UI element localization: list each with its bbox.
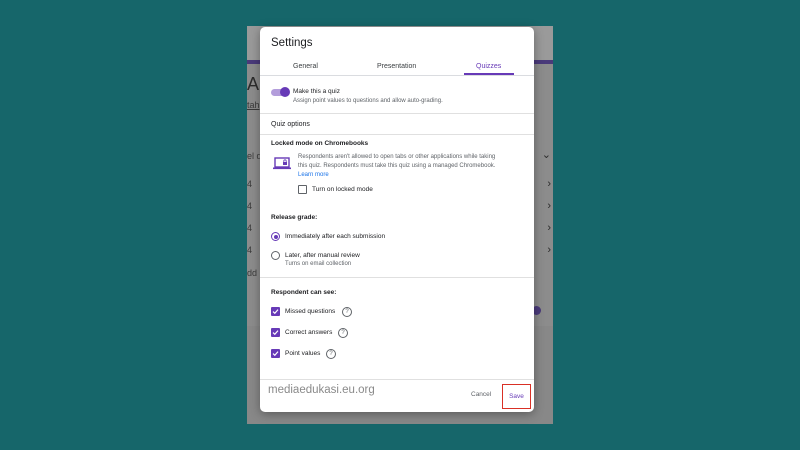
point-values-label: Point values	[285, 350, 321, 357]
locked-mode-checkbox[interactable]	[298, 185, 307, 194]
section-divider	[260, 113, 534, 114]
release-grade-heading: Release grade:	[271, 214, 318, 221]
background-row-number: 4	[247, 201, 253, 211]
quiz-options-heading: Quiz options	[271, 121, 310, 128]
release-immediately-radio[interactable]	[271, 232, 280, 241]
laptop-lock-icon	[273, 157, 291, 170]
missed-questions-label: Missed questions	[285, 308, 336, 315]
check-icon	[272, 309, 279, 315]
dialog-title: Settings	[271, 37, 313, 49]
help-icon[interactable]: ?	[342, 307, 352, 317]
locked-mode-heading: Locked mode on Chromebooks	[271, 140, 369, 147]
release-immediately-label: Immediately after each submission	[285, 233, 386, 240]
locked-mode-description-line1: Respondents aren't allowed to open tabs …	[298, 154, 496, 160]
background-link-fragment: tah	[247, 100, 260, 110]
missed-questions-checkbox[interactable]	[271, 307, 280, 316]
background-row-number: 4	[247, 223, 253, 233]
background-row-number: 4	[247, 245, 253, 255]
tab-quizzes[interactable]: Quizzes	[476, 63, 501, 70]
point-values-checkbox[interactable]	[271, 349, 280, 358]
footer-divider	[260, 379, 534, 380]
save-button[interactable]: Save	[502, 384, 531, 409]
background-add-fragment: dd	[247, 268, 258, 278]
locked-mode-description-line2: this quiz. Respondents must take this qu…	[298, 163, 496, 169]
chevron-right-icon: ›	[547, 222, 551, 234]
section-divider	[260, 277, 534, 278]
chevron-right-icon: ›	[547, 244, 551, 256]
background-title-fragment: A	[247, 74, 260, 94]
check-icon	[272, 330, 279, 336]
background-row-number: 4	[247, 179, 253, 189]
section-divider	[260, 134, 534, 135]
quiz-toggle-description: Assign point values to questions and all…	[293, 98, 443, 104]
tab-presentation[interactable]: Presentation	[377, 63, 416, 70]
tabs-divider	[260, 75, 534, 76]
help-icon[interactable]: ?	[326, 349, 336, 359]
chevron-right-icon: ›	[547, 178, 551, 190]
chevron-down-icon: ⌄	[541, 149, 551, 161]
respondent-can-see-heading: Respondent can see:	[271, 289, 337, 296]
cancel-button[interactable]: Cancel	[471, 391, 491, 398]
learn-more-link[interactable]: Learn more	[298, 172, 329, 178]
release-later-sub: Turns on email collection	[285, 261, 352, 267]
release-later-radio[interactable]	[271, 251, 280, 260]
tab-general[interactable]: General	[293, 63, 318, 70]
toggle-knob	[280, 87, 290, 97]
quiz-toggle-label: Make this a quiz	[293, 88, 340, 95]
chevron-right-icon: ›	[547, 200, 551, 212]
correct-answers-label: Correct answers	[285, 329, 333, 336]
check-icon	[272, 351, 279, 357]
correct-answers-checkbox[interactable]	[271, 328, 280, 337]
watermark-text: mediaedukasi.eu.org	[268, 384, 375, 396]
locked-mode-checkbox-label: Turn on locked mode	[312, 186, 373, 193]
release-later-label: Later, after manual review	[285, 252, 360, 259]
settings-dialog: Settings General Presentation Quizzes Ma…	[260, 27, 534, 412]
help-icon[interactable]: ?	[338, 328, 348, 338]
